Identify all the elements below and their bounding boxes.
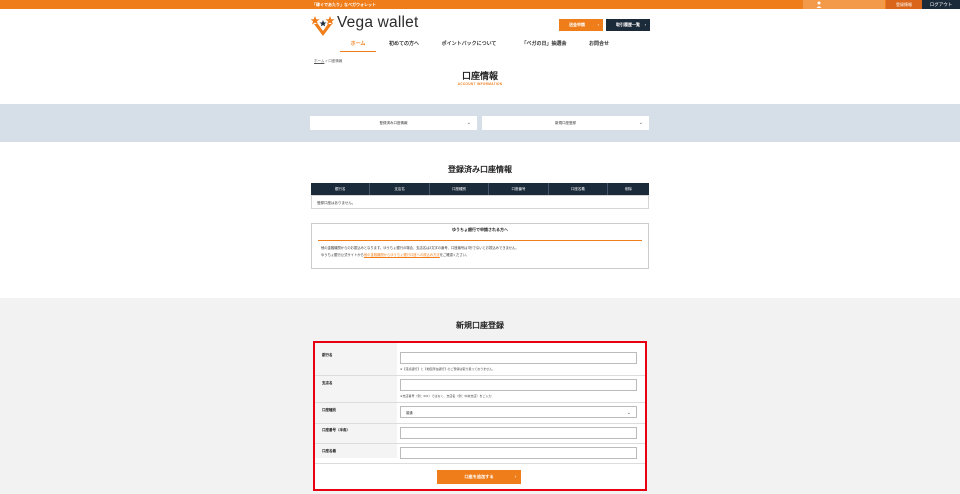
top-bar-content: 「稼ぐであたり」なベガウォレット 登録情報 ログアウト: [0, 0, 960, 9]
notice-text-suffix: をご確認ください。: [439, 253, 470, 257]
logo-text[interactable]: Vega wallet: [337, 14, 418, 32]
bank-name-input[interactable]: [400, 352, 637, 364]
breadcrumb-current: 口座情報: [328, 59, 343, 63]
nav-beginners[interactable]: 初めての方へ: [381, 40, 427, 52]
form-row-divider: [315, 402, 645, 403]
tab-registered-accounts[interactable]: 登録済み口座情報 ⌄: [310, 116, 477, 130]
transfer-apply-label: 送金申請: [569, 22, 585, 27]
column-header: 口座名義: [549, 183, 609, 195]
account-number-label: 口座番号（半角）: [322, 428, 350, 432]
column-header: 口座番号: [489, 183, 549, 195]
nav-home[interactable]: ホーム: [340, 40, 376, 52]
add-account-label: 口座を追加する: [464, 474, 494, 479]
notice-link[interactable]: 他の金融機関からゆうちょ銀行口座への振込み方法: [364, 253, 440, 257]
nav-pointback[interactable]: ポイントバックについて: [433, 40, 505, 52]
transaction-history-button[interactable]: 取引履歴一覧 ›: [606, 19, 650, 31]
nav-vega-day[interactable]: 「ベガの日」抽選会: [514, 40, 574, 52]
tab-registered-label: 登録済み口座情報: [379, 121, 408, 125]
notice-text-prefix: ゆうちょ銀行公式サイトから: [321, 253, 364, 257]
notice-text-2: ゆうちょ銀行公式サイトから他の金融機関からゆうちょ銀行口座への振込み方法をご確認…: [321, 252, 469, 257]
chevron-right-icon: ›: [644, 22, 646, 27]
logout-button[interactable]: ログアウト: [922, 0, 960, 9]
form-row-divider: [315, 443, 645, 444]
account-holder-input[interactable]: [400, 447, 637, 459]
column-header: 削除: [625, 187, 633, 191]
transaction-history-label: 取引履歴一覧: [616, 22, 640, 27]
chevron-down-icon: ⌄: [638, 120, 643, 126]
form-label-column: [315, 343, 397, 458]
column-header: 銀行名: [311, 183, 371, 195]
column-header: 口座種別: [430, 183, 490, 195]
account-type-label: 口座種別: [322, 408, 336, 412]
account-number-input[interactable]: [400, 427, 637, 439]
notice-title: ゆうちょ銀行で申請される方へ: [452, 227, 508, 232]
account-type-value: 普通: [406, 411, 413, 415]
breadcrumb: ホーム > 口座情報: [314, 59, 342, 64]
breadcrumb-home[interactable]: ホーム: [314, 59, 324, 63]
page-subtitle: ACCOUNT INFORMATION: [457, 82, 503, 86]
column-header: 支店名: [370, 183, 430, 195]
tab-new-account[interactable]: 新規口座登録 ⌄: [482, 116, 649, 130]
notice-divider: [318, 240, 642, 241]
chevron-right-icon: ›: [597, 22, 599, 27]
branch-name-note: ※支店番号（例：001）ではなく、支店名（例：中央支店）をご入力: [400, 394, 492, 398]
account-holder-label: 口座名義: [322, 449, 336, 453]
user-icon: [816, 1, 822, 8]
page-title: 口座情報: [461, 71, 498, 81]
form-row-divider: [315, 463, 645, 464]
logo-star-icon: [311, 16, 335, 36]
transfer-apply-button[interactable]: 送金申請 ›: [559, 19, 603, 31]
registered-section-title: 登録済み口座情報: [448, 165, 512, 174]
form-row-divider: [315, 375, 645, 376]
nav-contact[interactable]: お問合せ: [582, 40, 616, 52]
tagline: 「稼ぐであたり」なベガウォレット: [312, 2, 376, 7]
branch-name-label: 支店名: [322, 381, 333, 385]
add-account-button[interactable]: 口座を追加する ›: [437, 470, 521, 484]
bank-name-note: ※【漢点銀行】と【地区所在銀行】のご登録は取り扱っておりません。: [400, 367, 496, 371]
account-type-select[interactable]: 普通 ⌄: [400, 406, 637, 418]
chevron-right-icon: ›: [514, 474, 516, 479]
notice-text: 他の金融機関からのお振込みとなります。ゆうちょ銀行の場合、支店名は3文字の番号、…: [321, 246, 519, 250]
accounts-table-header: 銀行名 支店名 口座種別 口座番号 口座名義 削除: [311, 183, 649, 195]
form-row-divider: [315, 423, 645, 424]
bank-name-label: 銀行名: [322, 353, 333, 357]
new-account-title: 新規口座登録: [456, 321, 504, 330]
register-info-link[interactable]: 登録情報: [886, 0, 922, 9]
branch-name-input[interactable]: [400, 379, 637, 391]
tab-new-label: 新規口座登録: [555, 121, 576, 125]
chevron-down-icon: ⌄: [626, 410, 631, 416]
chevron-down-icon: ⌄: [466, 120, 471, 126]
empty-table-message: 登録口座はありません。: [311, 195, 649, 209]
section-tabs-band: [0, 104, 960, 142]
